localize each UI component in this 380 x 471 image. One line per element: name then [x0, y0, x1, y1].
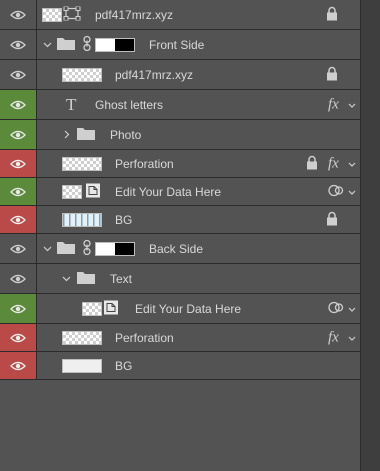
layer-mask-thumbnail[interactable] [95, 241, 135, 256]
scrollbar-track[interactable] [360, 0, 380, 471]
text-layer-icon: T [66, 94, 77, 114]
smart-object-icon [104, 300, 118, 317]
visibility-toggle[interactable] [0, 0, 37, 29]
layer-thumbnail [62, 212, 102, 227]
visibility-toggle[interactable] [0, 206, 37, 233]
layer-row[interactable]: Perforation fx [0, 150, 360, 178]
layer-thumbnail [82, 301, 102, 316]
folder-icon [77, 271, 95, 287]
layers-panel: pdf417mrz.xyz Front Side pdf417mrz.xyz T… [0, 0, 360, 380]
eye-icon [10, 100, 26, 109]
layer-row[interactable]: Edit Your Data Here [0, 178, 360, 206]
eye-icon [10, 333, 26, 342]
layer-name[interactable]: Photo [110, 128, 141, 142]
layer-name[interactable]: BG [115, 359, 132, 373]
layer-name[interactable]: Perforation [115, 331, 174, 345]
layer-row[interactable]: Edit Your Data Here [0, 294, 360, 324]
visibility-toggle[interactable] [0, 234, 37, 263]
visibility-toggle[interactable] [0, 294, 37, 323]
eye-icon [10, 215, 26, 224]
chevron-down-icon[interactable] [348, 185, 356, 199]
layer-row[interactable]: BG [0, 352, 360, 380]
eye-icon [10, 70, 26, 79]
eye-icon [10, 187, 26, 196]
visibility-toggle[interactable] [0, 90, 37, 119]
frame-icon [63, 5, 81, 23]
layer-thumbnail [62, 156, 102, 171]
visibility-toggle[interactable] [0, 30, 37, 59]
layer-name[interactable]: Front Side [149, 38, 204, 52]
chevron-down-icon[interactable] [43, 38, 52, 52]
layer-name[interactable]: Perforation [115, 157, 174, 171]
layer-name[interactable]: Ghost letters [95, 98, 163, 112]
fx-icon[interactable]: fx [328, 155, 339, 172]
eye-icon [10, 10, 26, 19]
eye-icon [10, 159, 26, 168]
chain-link-icon[interactable] [83, 35, 91, 54]
lock-icon [326, 66, 338, 83]
eye-icon [10, 274, 26, 283]
layer-name[interactable]: pdf417mrz.xyz [115, 68, 193, 82]
chevron-right-icon[interactable] [62, 128, 71, 142]
chevron-down-icon[interactable] [348, 331, 356, 345]
visibility-toggle[interactable] [0, 60, 37, 89]
fx-icon[interactable]: fx [328, 96, 339, 113]
layer-name[interactable]: pdf417mrz.xyz [95, 8, 173, 22]
eye-icon [10, 130, 26, 139]
layer-name[interactable]: Edit Your Data Here [135, 302, 241, 316]
linked-ring-icon[interactable] [328, 183, 344, 200]
linked-ring-icon[interactable] [328, 300, 344, 317]
chain-link-icon[interactable] [83, 239, 91, 258]
visibility-toggle[interactable] [0, 264, 37, 293]
layer-mask-thumbnail[interactable] [95, 37, 135, 52]
smart-object-icon [86, 183, 100, 200]
layer-row[interactable]: T Ghost letters fx [0, 90, 360, 120]
visibility-toggle[interactable] [0, 120, 37, 149]
layer-row[interactable]: Perforation fx [0, 324, 360, 352]
chevron-down-icon[interactable] [348, 98, 356, 112]
eye-icon [10, 40, 26, 49]
visibility-toggle[interactable] [0, 352, 37, 379]
layer-row[interactable]: pdf417mrz.xyz [0, 0, 360, 30]
lock-icon [326, 211, 338, 228]
layer-row[interactable]: Back Side [0, 234, 360, 264]
eye-icon [10, 244, 26, 253]
folder-icon [57, 241, 75, 257]
layer-row[interactable]: BG [0, 206, 360, 234]
layer-name[interactable]: Back Side [149, 242, 203, 256]
layer-thumbnail [62, 358, 102, 373]
folder-icon [57, 37, 75, 53]
folder-icon [77, 127, 95, 143]
visibility-toggle[interactable] [0, 150, 37, 177]
layer-row[interactable]: Front Side [0, 30, 360, 60]
chevron-down-icon[interactable] [62, 272, 71, 286]
fx-icon[interactable]: fx [328, 329, 339, 346]
layer-thumbnail [62, 67, 102, 82]
layer-thumbnail [42, 7, 62, 22]
layer-name[interactable]: Edit Your Data Here [115, 185, 221, 199]
eye-icon [10, 361, 26, 370]
layer-row[interactable]: Photo [0, 120, 360, 150]
layer-row[interactable]: pdf417mrz.xyz [0, 60, 360, 90]
layer-name[interactable]: Text [110, 272, 132, 286]
visibility-toggle[interactable] [0, 178, 37, 205]
layer-thumbnail [62, 330, 102, 345]
chevron-down-icon[interactable] [43, 242, 52, 256]
layer-thumbnail [62, 184, 82, 199]
chevron-down-icon[interactable] [348, 157, 356, 171]
layer-row[interactable]: Text [0, 264, 360, 294]
visibility-toggle[interactable] [0, 324, 37, 351]
lock-icon [306, 155, 318, 172]
layer-name[interactable]: BG [115, 213, 132, 227]
eye-icon [10, 304, 26, 313]
lock-icon [326, 6, 338, 23]
chevron-down-icon[interactable] [348, 302, 356, 316]
